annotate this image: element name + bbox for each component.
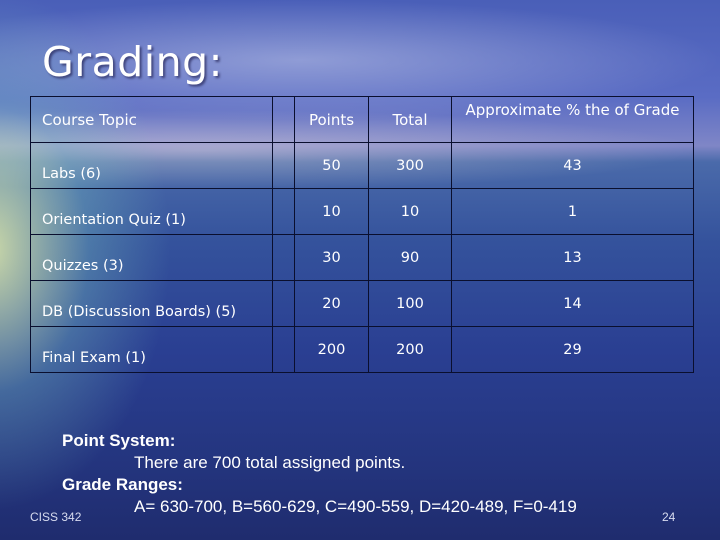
header-points: Points [294,96,369,143]
course-code-footer: CISS 342 [30,510,82,524]
cell-topic: Quizzes (3) [30,234,273,281]
cell-points: 200 [294,326,369,373]
header-approx-percent: Approximate % the of Grade [451,96,694,143]
header-course-topic: Course Topic [30,96,273,143]
cell-topic: DB (Discussion Boards) (5) [30,280,273,327]
grading-table: Course Topic Points Total Approximate % … [30,96,694,373]
cell-empty [272,142,295,189]
cell-approx: 13 [451,234,694,281]
cell-total: 90 [368,234,452,281]
grade-ranges-text: A= 630-700, B=560-629, C=490-559, D=420-… [134,497,577,516]
table-row: Quizzes (3) 30 90 13 [30,234,694,281]
cell-approx: 43 [451,142,694,189]
table-header-row: Course Topic Points Total Approximate % … [30,96,694,143]
grade-ranges-heading: Grade Ranges: [62,475,183,494]
header-empty [272,96,295,143]
cell-points: 30 [294,234,369,281]
grading-notes: Point System: There are 700 total assign… [62,430,577,518]
point-system-text: There are 700 total assigned points. [134,453,406,472]
cell-approx: 1 [451,188,694,235]
cell-total: 100 [368,280,452,327]
cell-approx: 14 [451,280,694,327]
cell-points: 10 [294,188,369,235]
table-row: Final Exam (1) 200 200 29 [30,326,694,373]
table-row: Labs (6) 50 300 43 [30,142,694,189]
slide-number: 24 [662,510,676,524]
cell-points: 20 [294,280,369,327]
cell-approx: 29 [451,326,694,373]
cell-topic: Final Exam (1) [30,326,273,373]
cell-empty [272,188,295,235]
point-system-heading: Point System: [62,431,176,450]
cell-topic: Orientation Quiz (1) [30,188,273,235]
cell-empty [272,234,295,281]
table-row: DB (Discussion Boards) (5) 20 100 14 [30,280,694,327]
cell-empty [272,326,295,373]
table-row: Orientation Quiz (1) 10 10 1 [30,188,694,235]
cell-total: 300 [368,142,452,189]
cell-total: 200 [368,326,452,373]
header-total: Total [368,96,452,143]
cell-points: 50 [294,142,369,189]
cell-empty [272,280,295,327]
cell-total: 10 [368,188,452,235]
slide-title: Grading: [42,38,223,86]
cell-topic: Labs (6) [30,142,273,189]
